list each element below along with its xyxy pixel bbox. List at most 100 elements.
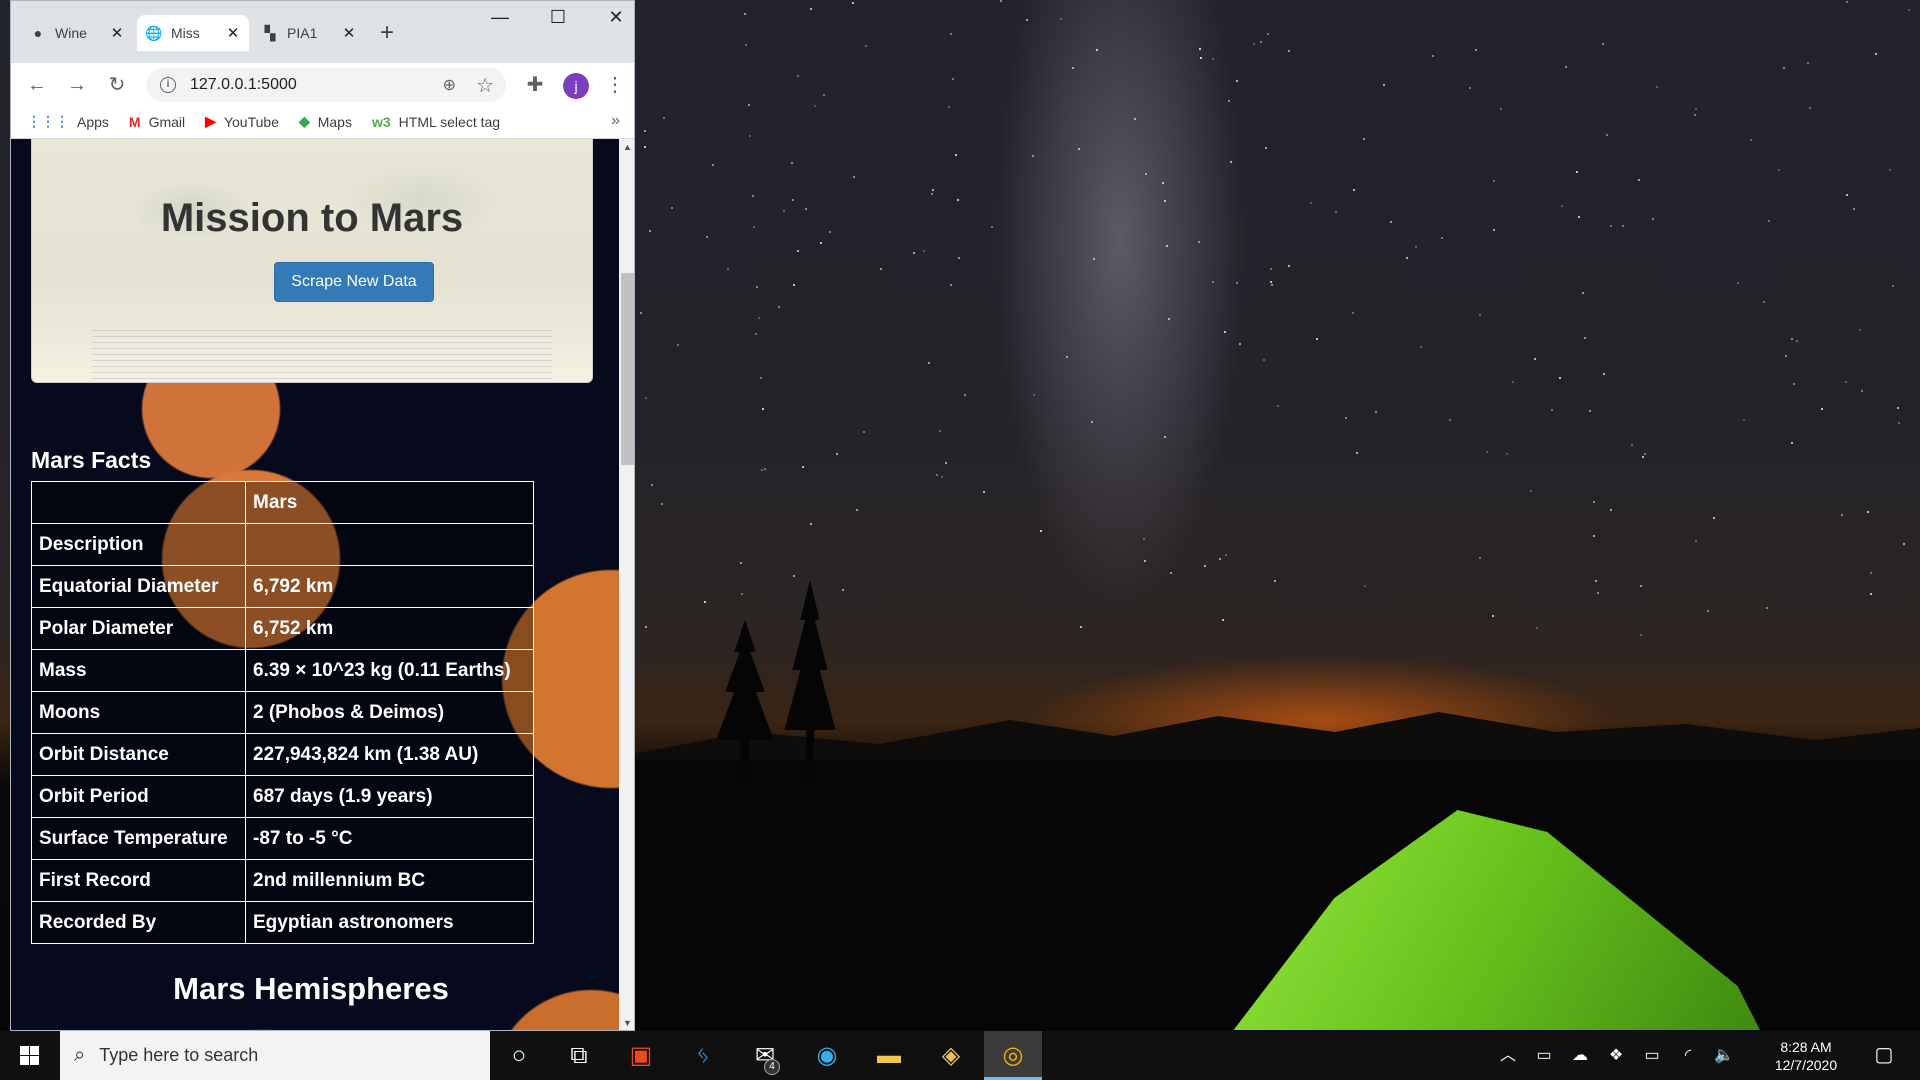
star — [990, 225, 993, 228]
star — [1491, 614, 1494, 617]
star — [1276, 404, 1279, 407]
url-text[interactable]: 127.0.0.1:5000 — [190, 76, 297, 94]
star — [1638, 178, 1640, 181]
star — [712, 164, 715, 167]
wifi-icon[interactable]: ◜ — [1670, 1031, 1706, 1080]
edge-browser-icon[interactable]: ◉ — [798, 1031, 856, 1080]
table-row: Moons 2 (Phobos & Deimos) — [31, 691, 534, 734]
mail-icon[interactable]: ✉ 4 — [736, 1031, 794, 1080]
star — [1310, 201, 1313, 204]
bookmark-star-icon[interactable]: ☆ — [476, 73, 494, 98]
close-tab-icon[interactable]: ✕ — [341, 24, 357, 42]
scrape-new-data-button[interactable]: Scrape New Data — [274, 262, 434, 302]
reload-icon[interactable]: ↻ — [103, 71, 131, 99]
page-scrollbar[interactable]: ▲ ▼ — [619, 139, 634, 1030]
star — [741, 592, 744, 595]
address-bar[interactable]: i 127.0.0.1:5000 ⊕ ☆ — [146, 68, 506, 102]
clock-date: 12/7/2020 — [1774, 1057, 1838, 1073]
chrome-icon[interactable]: ◎ — [984, 1031, 1042, 1080]
menu-kebab-icon[interactable]: ⋮ — [601, 71, 629, 99]
forward-arrow-icon[interactable]: → — [63, 71, 91, 99]
star — [855, 509, 858, 512]
cortana-icon[interactable]: ○ — [490, 1031, 548, 1080]
fact-label: Orbit Distance — [31, 733, 246, 776]
visual-studio-code-icon[interactable]: ᛃ — [674, 1031, 732, 1080]
star — [1641, 456, 1644, 459]
star — [1260, 41, 1263, 44]
star — [1809, 107, 1812, 110]
scroll-up-arrow-icon[interactable]: ▲ — [619, 139, 634, 156]
tab-strip: ● Wine ✕ 🌐 Miss ✕ ▚ PIA1 ✕ + — ☐ ✕ — [11, 1, 634, 63]
tab-mission-to-mars[interactable]: 🌐 Miss ✕ — [137, 15, 249, 51]
star — [1869, 593, 1872, 596]
bookmark-maps[interactable]: ◆ Maps — [299, 113, 352, 130]
system-clock[interactable]: 8:28 AM 12/7/2020 — [1756, 1038, 1856, 1074]
show-hidden-icons-chevron-icon[interactable]: ︿ — [1490, 1031, 1526, 1080]
dropbox-icon[interactable]: ❖ — [1598, 1031, 1634, 1080]
github-icon: ● — [33, 25, 43, 41]
volume-icon[interactable]: 🔈 — [1706, 1031, 1742, 1080]
star — [749, 134, 752, 137]
close-tab-icon[interactable]: ✕ — [225, 24, 241, 42]
minimize-button[interactable]: — — [471, 7, 529, 35]
star — [1364, 584, 1367, 587]
star — [1092, 258, 1095, 261]
scrollbar-thumb[interactable] — [621, 273, 634, 465]
star — [1695, 539, 1698, 542]
star — [964, 393, 967, 396]
star — [1564, 66, 1567, 69]
star — [1583, 337, 1586, 340]
bookmark-youtube[interactable]: ▶ YouTube — [205, 113, 279, 130]
taskbar-search-box[interactable]: ⌕ Type here to search — [60, 1031, 490, 1080]
table-row: Orbit Period 687 days (1.9 years) — [31, 775, 534, 818]
star — [1790, 338, 1793, 340]
star — [761, 407, 764, 410]
zoom-icon[interactable]: ⊕ — [443, 75, 456, 95]
star — [670, 207, 673, 210]
site-info-icon[interactable]: i — [160, 77, 176, 93]
star — [1640, 634, 1643, 637]
tab-wine[interactable]: ● Wine ✕ — [21, 15, 133, 51]
task-view-icon[interactable]: ⧉ — [550, 1031, 608, 1080]
start-button[interactable] — [0, 1031, 58, 1080]
profile-avatar[interactable]: j — [563, 73, 589, 99]
new-tab-button[interactable]: + — [373, 19, 401, 47]
file-explorer-icon[interactable]: ▬ — [860, 1031, 918, 1080]
close-tab-icon[interactable]: ✕ — [109, 24, 125, 42]
star — [1288, 50, 1291, 53]
star — [797, 75, 799, 78]
bookmark-gmail[interactable]: M Gmail — [129, 114, 185, 130]
star — [1499, 107, 1502, 110]
maximize-button[interactable]: ☐ — [529, 7, 587, 35]
star — [1134, 117, 1136, 120]
back-arrow-icon[interactable]: ← — [23, 71, 51, 99]
star — [1269, 280, 1272, 283]
fact-value: 687 days (1.9 years) — [245, 775, 534, 818]
meet-now-icon[interactable]: ▭ — [1526, 1031, 1562, 1080]
star — [745, 43, 748, 46]
battery-icon[interactable]: ▭ — [1634, 1031, 1670, 1080]
star — [753, 225, 756, 228]
star — [1846, 1, 1849, 4]
jumbotron: Mission to Mars Scrape New Data — [31, 139, 593, 383]
star — [1198, 241, 1201, 244]
tab-pia[interactable]: ▚ PIA1 ✕ — [253, 15, 365, 51]
office-icon[interactable]: ▣ — [612, 1031, 670, 1080]
bookmark-html-select-tag[interactable]: w3 HTML select tag — [372, 114, 500, 130]
star — [1199, 48, 1202, 51]
git-kraken-icon[interactable]: ◈ — [922, 1031, 980, 1080]
star — [650, 484, 653, 487]
star — [828, 230, 831, 233]
star — [801, 466, 804, 469]
star — [1576, 170, 1579, 173]
bookmarks-overflow-icon[interactable]: » — [611, 112, 620, 130]
notifications-icon[interactable]: ▢ — [1866, 1031, 1902, 1080]
star — [1066, 356, 1069, 359]
star — [644, 396, 647, 399]
scroll-down-arrow-icon[interactable]: ▼ — [619, 1015, 634, 1030]
fact-label: Moons — [31, 691, 246, 734]
onedrive-cloud-icon[interactable]: ☁ — [1562, 1031, 1598, 1080]
extensions-puzzle-icon[interactable]: ✚ — [521, 71, 549, 99]
bookmark-apps[interactable]: ⋮⋮⋮ Apps — [27, 113, 109, 130]
close-window-button[interactable]: ✕ — [587, 7, 634, 35]
